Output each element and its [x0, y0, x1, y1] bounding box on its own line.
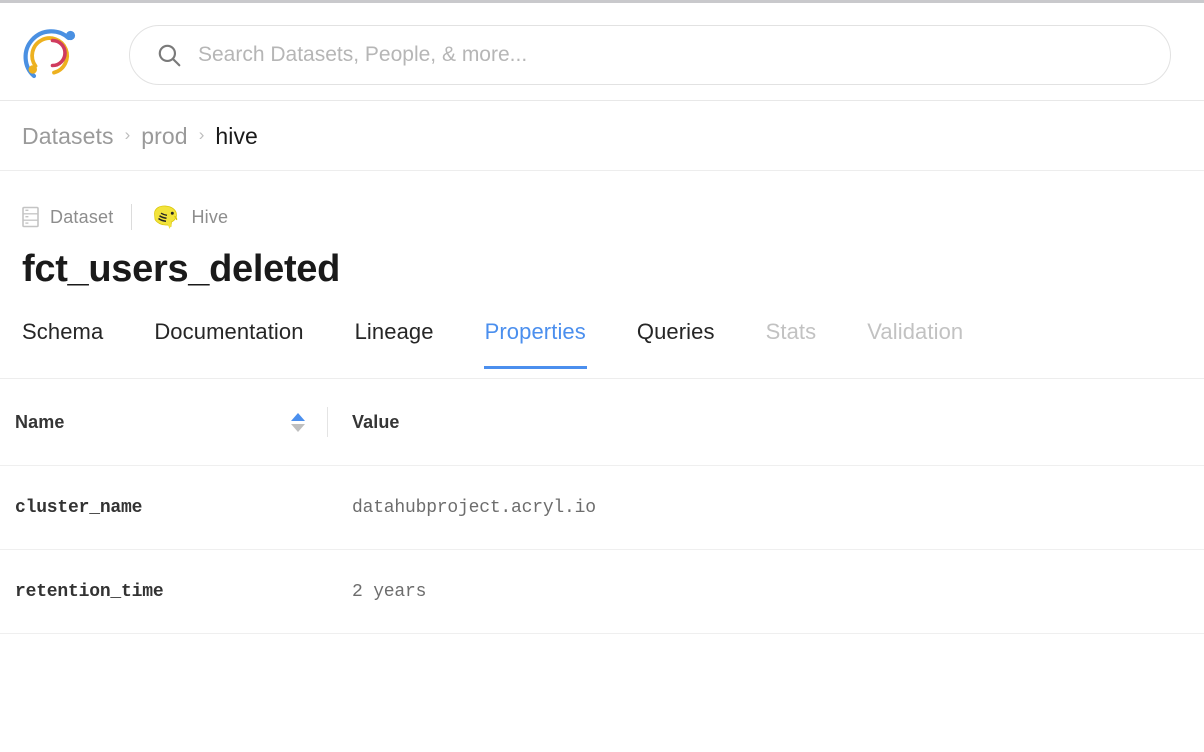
tab-validation: Validation — [867, 313, 963, 369]
table-row: retention_time 2 years — [0, 550, 1204, 634]
entity-meta: Dataset Hive — [22, 204, 1182, 230]
caret-up-icon — [291, 413, 305, 421]
column-header-value: Value — [328, 412, 1204, 433]
datahub-logo[interactable] — [18, 19, 86, 87]
dataset-table-icon — [22, 206, 39, 228]
breadcrumb-item-prod[interactable]: prod — [141, 123, 187, 150]
app-page: Datasets › prod › hive Dataset — [0, 0, 1204, 752]
tab-stats: Stats — [766, 313, 817, 369]
search-input[interactable] — [198, 38, 1146, 72]
tab-properties[interactable]: Properties — [485, 313, 586, 369]
caret-down-icon — [291, 424, 305, 432]
tab-queries[interactable]: Queries — [637, 313, 715, 369]
column-header-name[interactable]: Name — [0, 407, 328, 437]
table-row: cluster_name datahubproject.acryl.io — [0, 466, 1204, 550]
properties-table: Name Value cluster_name datahubproject.a… — [0, 379, 1204, 634]
platform-label: Hive — [191, 207, 228, 228]
tab-lineage[interactable]: Lineage — [355, 313, 434, 369]
property-value: 2 years — [352, 582, 426, 602]
entity-tabs: Schema Documentation Lineage Properties … — [0, 313, 1204, 379]
breadcrumb-item-datasets[interactable]: Datasets — [22, 123, 114, 150]
sort-toggle-name[interactable] — [291, 409, 305, 435]
tab-schema[interactable]: Schema — [22, 313, 103, 369]
entity-type: Dataset — [22, 206, 113, 228]
column-header-value-label: Value — [352, 412, 400, 433]
hive-elephant-icon — [150, 204, 180, 230]
table-cell-name: cluster_name — [0, 498, 328, 518]
column-header-name-label: Name — [15, 412, 64, 433]
search-icon — [156, 42, 182, 68]
property-name: cluster_name — [15, 498, 142, 518]
breadcrumb-item-hive[interactable]: hive — [215, 123, 258, 150]
table-cell-value: 2 years — [328, 582, 1204, 602]
tab-documentation[interactable]: Documentation — [154, 313, 303, 369]
breadcrumb: Datasets › prod › hive — [0, 102, 1204, 171]
table-header-row: Name Value — [0, 379, 1204, 466]
table-cell-name: retention_time — [0, 582, 328, 602]
global-search-bar[interactable] — [129, 25, 1171, 85]
app-header — [0, 3, 1204, 101]
property-name: retention_time — [15, 582, 163, 602]
property-value: datahubproject.acryl.io — [352, 498, 596, 518]
page-title: fct_users_deleted — [22, 246, 1182, 292]
entity-platform: Hive — [150, 204, 228, 230]
meta-divider — [131, 204, 132, 230]
entity-header: Dataset Hive fct_users_deleted — [0, 171, 1204, 292]
breadcrumb-separator: › — [199, 125, 205, 145]
table-cell-value: datahubproject.acryl.io — [328, 498, 1204, 518]
entity-type-label: Dataset — [50, 207, 113, 228]
breadcrumb-separator: › — [125, 125, 131, 145]
